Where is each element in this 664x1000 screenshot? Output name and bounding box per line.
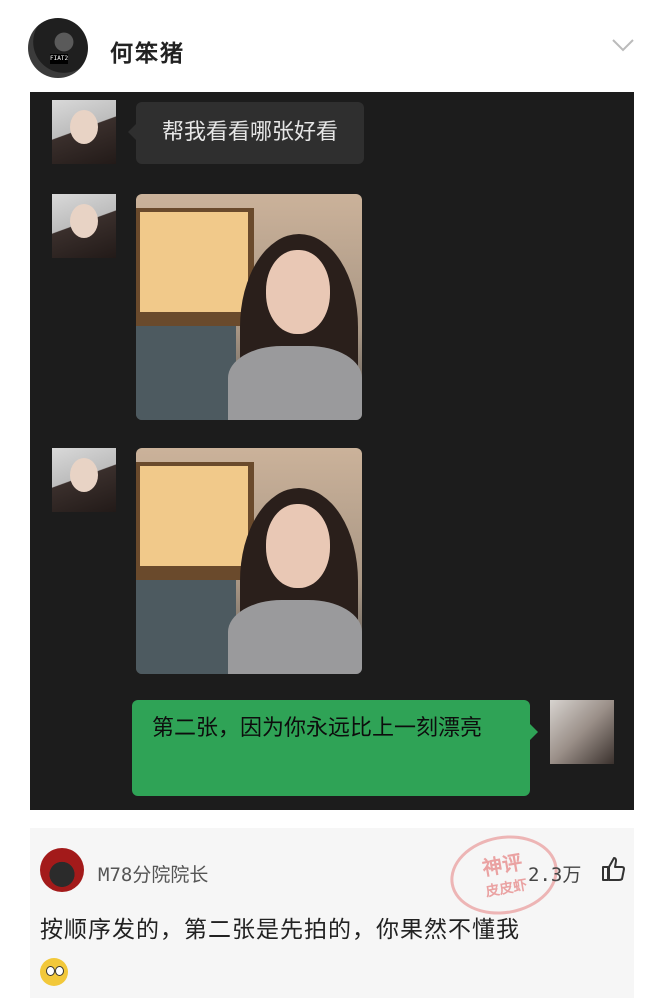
contact-avatar bbox=[52, 194, 116, 258]
author-avatar[interactable]: FIAT2 bbox=[28, 18, 88, 78]
contact-avatar bbox=[52, 100, 116, 164]
smile-emoji-icon bbox=[40, 958, 68, 986]
person-face bbox=[266, 504, 330, 588]
my-avatar bbox=[550, 700, 614, 764]
photo-message-1[interactable] bbox=[136, 194, 362, 420]
chevron-down-icon[interactable] bbox=[612, 38, 634, 52]
post-header: FIAT2 何笨猪 bbox=[0, 0, 664, 92]
photo-message-2[interactable] bbox=[136, 448, 362, 674]
top-comment[interactable]: M78分院院长 神评 皮皮虾 2.3万 按顺序发的，第二张是先拍的，你果然不懂我 bbox=[30, 827, 634, 998]
comment-text: 按顺序发的，第二张是先拍的，你果然不懂我 bbox=[40, 910, 630, 990]
avatar-patch-text: FIAT2 bbox=[50, 54, 69, 64]
commenter-name[interactable]: M78分院院长 bbox=[98, 860, 208, 887]
incoming-message-bubble: 帮我看看哪张好看 bbox=[127, 102, 365, 164]
thumbs-up-icon[interactable] bbox=[600, 856, 626, 882]
painting-art bbox=[140, 212, 248, 312]
comment-body: 按顺序发的，第二张是先拍的，你果然不懂我 bbox=[40, 917, 520, 943]
author-name[interactable]: 何笨猪 bbox=[110, 34, 185, 68]
person-shirt bbox=[228, 600, 362, 674]
chat-screenshot[interactable]: 帮我看看哪张好看 第二张，因为你永远比上一刻漂亮 bbox=[30, 92, 634, 810]
like-count: 2.3万 bbox=[528, 864, 582, 886]
person-shirt bbox=[228, 346, 362, 420]
shelf bbox=[136, 580, 236, 674]
shelf bbox=[136, 326, 236, 420]
painting-art bbox=[140, 466, 248, 566]
commenter-avatar[interactable] bbox=[40, 848, 84, 892]
person-face bbox=[266, 250, 330, 334]
contact-avatar bbox=[52, 448, 116, 512]
outgoing-message-bubble: 第二张，因为你永远比上一刻漂亮 bbox=[132, 700, 538, 796]
